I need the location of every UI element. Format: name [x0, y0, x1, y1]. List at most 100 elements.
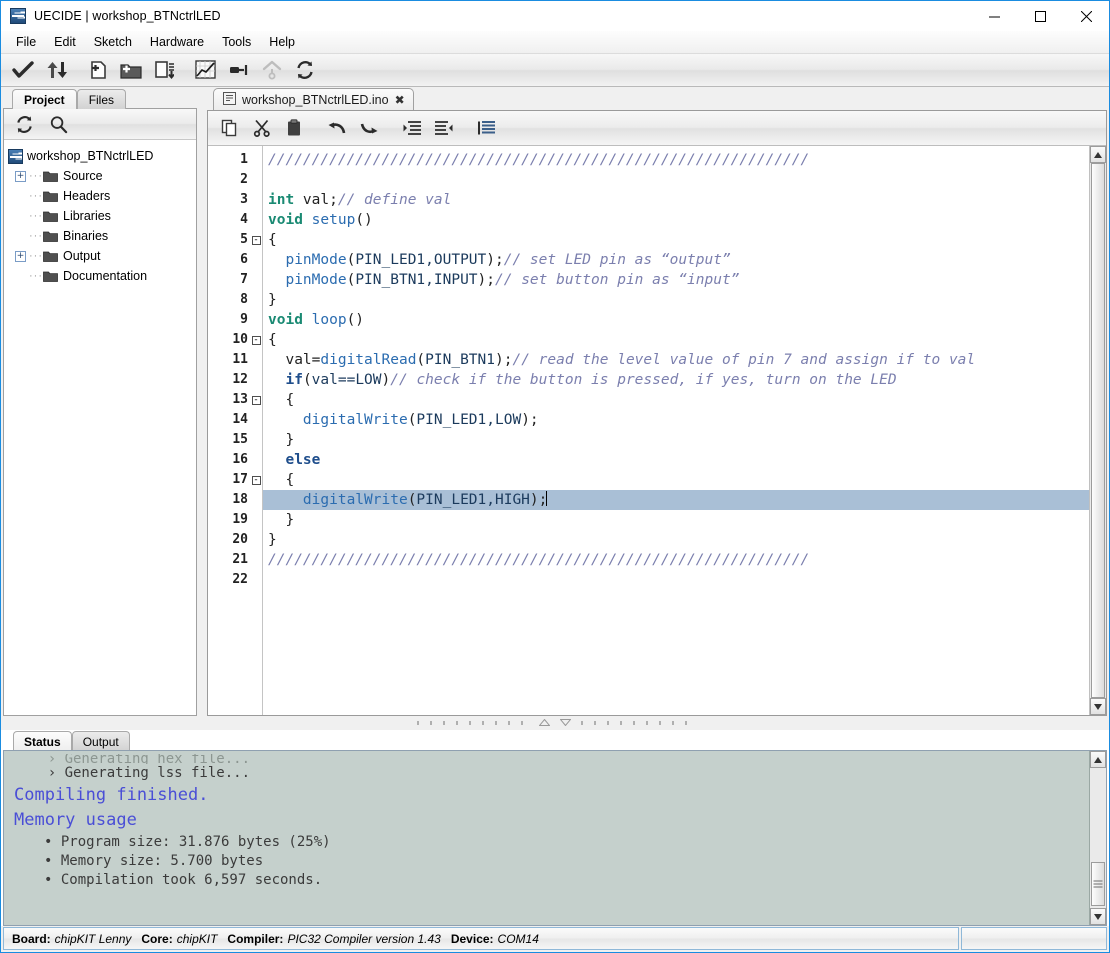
redo-button[interactable] [354, 114, 383, 142]
code-line[interactable]: void loop() [263, 310, 1089, 330]
code-token: val==LOW [311, 372, 382, 388]
tab-project[interactable]: Project [12, 89, 77, 109]
refresh-tree-button[interactable] [9, 111, 39, 137]
editor-vertical-scrollbar[interactable] [1089, 146, 1106, 715]
tab-output[interactable]: Output [71, 731, 130, 751]
code-line[interactable]: } [263, 530, 1089, 550]
tree-item-headers[interactable]: ··· Headers [8, 186, 196, 206]
open-folder-button[interactable] [115, 56, 146, 84]
format-lines-button[interactable] [472, 114, 501, 142]
scroll-track[interactable] [1090, 163, 1106, 698]
line-number: 8 [240, 292, 248, 307]
tree-item-output[interactable]: + ··· Output [8, 246, 196, 266]
menu-tools[interactable]: Tools [213, 32, 260, 52]
program-board-button[interactable] [256, 56, 287, 84]
code-lines[interactable]: ////////////////////////////////////////… [263, 146, 1089, 715]
project-tree-container: workshop_BTNctrlLED + ··· Source ··· Hea… [3, 108, 197, 716]
close-icon[interactable]: ✖ [395, 93, 405, 107]
search-icon[interactable] [43, 111, 73, 137]
code-line[interactable]: { [263, 230, 1089, 250]
scissors-cut-button[interactable] [247, 114, 276, 142]
code-line[interactable]: ////////////////////////////////////////… [263, 150, 1089, 170]
line-number: 1 [240, 152, 248, 167]
fold-collapse-icon[interactable]: - [251, 235, 261, 245]
fold-collapse-icon[interactable]: - [251, 335, 261, 345]
new-sketch-button[interactable] [82, 56, 113, 84]
expander-icon[interactable]: + [15, 170, 26, 182]
tree-root-item[interactable]: workshop_BTNctrlLED [8, 146, 196, 166]
tree-item-documentation[interactable]: ··· Documentation [8, 266, 196, 286]
text-cursor [546, 491, 548, 506]
tree-item-libraries[interactable]: ··· Libraries [8, 206, 196, 226]
console-vertical-scrollbar[interactable] [1089, 751, 1106, 925]
plotter-button[interactable] [190, 56, 221, 84]
code-line[interactable] [263, 570, 1089, 590]
code-line[interactable]: { [263, 330, 1089, 350]
code-token: loop [311, 312, 347, 328]
code-line[interactable]: { [263, 470, 1089, 490]
scroll-thumb[interactable] [1091, 862, 1105, 906]
tab-status[interactable]: Status [13, 731, 72, 751]
editor-tab-file[interactable]: workshop_BTNctrlLED.ino ✖ [213, 88, 414, 111]
undo-button[interactable] [322, 114, 351, 142]
fold-collapse-icon[interactable]: - [251, 475, 261, 485]
code-line[interactable]: else [263, 450, 1089, 470]
code-line[interactable]: int val;// define val [263, 190, 1089, 210]
code-token: { [268, 332, 277, 348]
indent-right-button[interactable] [397, 114, 426, 142]
scroll-up-button[interactable] [1090, 146, 1106, 163]
fold-marker-slot [250, 170, 262, 190]
code-line[interactable]: pinMode(PIN_LED1,OUTPUT);// set LED pin … [263, 250, 1089, 270]
code-token: void [268, 212, 303, 228]
editor-container: 1 2 3 4 5 6 7 8 9 10 11 12 13 14 15 16 17 18 19 20 21 22 ----… [207, 110, 1107, 716]
save-sketch-button[interactable] [148, 56, 179, 84]
scroll-thumb[interactable] [1091, 163, 1105, 698]
scroll-track[interactable] [1090, 768, 1106, 908]
verify-compile-button[interactable] [7, 56, 38, 84]
refresh-button[interactable] [289, 56, 320, 84]
panel-splitter[interactable] [1, 716, 1109, 730]
code-line[interactable]: digitalWrite(PIN_LED1,HIGH); [263, 490, 1089, 510]
status-compiler-value: PIC32 Compiler version 1.43 [287, 931, 441, 946]
code-line[interactable]: pinMode(PIN_BTN1,INPUT);// set button pi… [263, 270, 1089, 290]
code-line[interactable]: } [263, 430, 1089, 450]
menu-help[interactable]: Help [260, 32, 304, 52]
collapse-up-icon[interactable] [538, 718, 551, 728]
serial-terminal-button[interactable] [223, 56, 254, 84]
code-editor[interactable]: 1 2 3 4 5 6 7 8 9 10 11 12 13 14 15 16 17 18 19 20 21 22 ----… [208, 146, 1106, 715]
line-number: 14 [232, 412, 248, 427]
indent-left-button[interactable] [429, 114, 458, 142]
minimize-button[interactable] [971, 1, 1017, 31]
console-tabs: Status Output [3, 730, 1107, 751]
upload-button[interactable] [40, 56, 71, 84]
menu-sketch[interactable]: Sketch [85, 32, 141, 52]
collapse-down-icon[interactable] [559, 718, 572, 728]
code-line[interactable]: void setup() [263, 210, 1089, 230]
expander-icon[interactable]: + [15, 250, 26, 262]
scroll-up-button[interactable] [1090, 751, 1106, 768]
copy-button[interactable] [215, 114, 244, 142]
code-line[interactable]: } [263, 290, 1089, 310]
tree-item-binaries[interactable]: ··· Binaries [8, 226, 196, 246]
close-button[interactable] [1063, 1, 1109, 31]
maximize-button[interactable] [1017, 1, 1063, 31]
menu-hardware[interactable]: Hardware [141, 32, 213, 52]
line-number: 16 [232, 452, 248, 467]
clipboard-paste-button[interactable] [279, 114, 308, 142]
tree-item-source[interactable]: + ··· Source [8, 166, 196, 186]
code-line[interactable]: digitalWrite(PIN_LED1,LOW); [263, 410, 1089, 430]
fold-collapse-icon[interactable]: - [251, 395, 261, 405]
menu-edit[interactable]: Edit [45, 32, 85, 52]
code-line[interactable]: } [263, 510, 1089, 530]
code-line[interactable] [263, 170, 1089, 190]
menu-file[interactable]: File [7, 32, 45, 52]
tab-files[interactable]: Files [76, 89, 127, 109]
scroll-down-button[interactable] [1090, 698, 1106, 715]
code-line[interactable]: ////////////////////////////////////////… [263, 550, 1089, 570]
code-line[interactable]: { [263, 390, 1089, 410]
code-token: ( [302, 372, 312, 388]
code-line[interactable]: if(val==LOW)// check if the button is pr… [263, 370, 1089, 390]
scroll-down-button[interactable] [1090, 908, 1106, 925]
code-line[interactable]: val=digitalRead(PIN_BTN1);// read the le… [263, 350, 1089, 370]
